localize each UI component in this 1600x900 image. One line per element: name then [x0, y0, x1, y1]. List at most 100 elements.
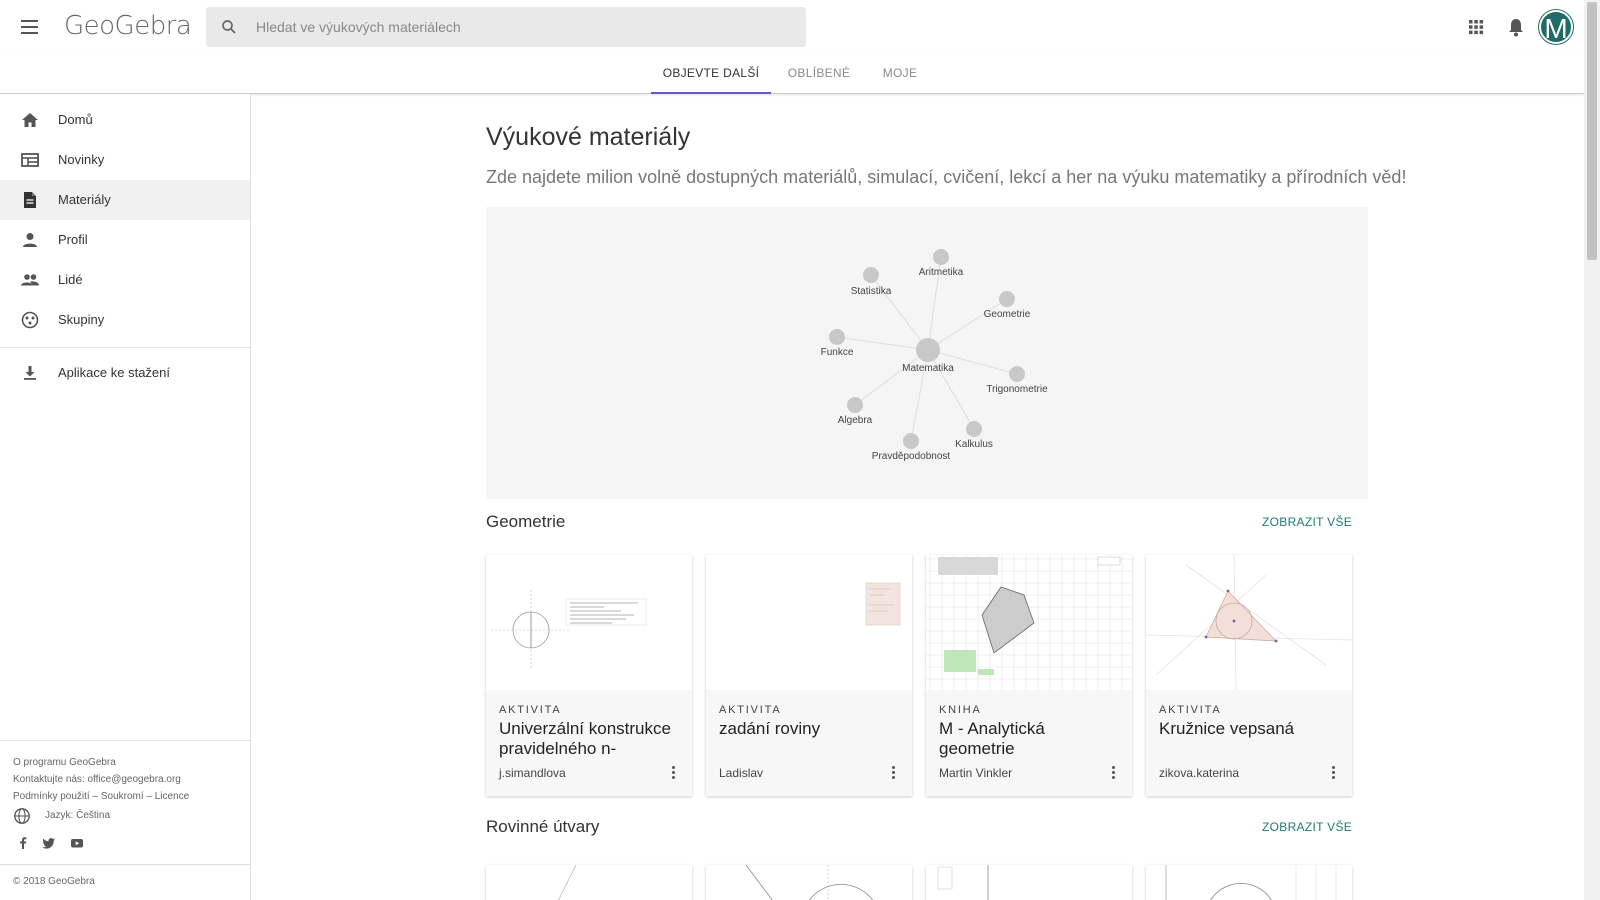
- home-icon: [22, 113, 38, 127]
- youtube-icon[interactable]: [70, 836, 84, 850]
- sidebar-item-home[interactable]: Domů: [0, 100, 250, 140]
- sidebar-item-download-apps[interactable]: Aplikace ke stažení: [0, 353, 250, 393]
- card-author[interactable]: j.simandlova: [499, 766, 566, 780]
- sidebar-item-materials[interactable]: Materiály: [0, 180, 250, 220]
- sidebar-item-label: Domů: [58, 112, 93, 127]
- graph-node[interactable]: [903, 433, 919, 449]
- sidebar-item-profile[interactable]: Profil: [0, 220, 250, 260]
- facebook-icon[interactable]: [16, 836, 30, 850]
- sidebar-divider: [0, 864, 250, 865]
- card-type: AKTIVITA: [1159, 704, 1222, 716]
- graph-node[interactable]: [847, 397, 863, 413]
- card-author[interactable]: zikova.katerina: [1159, 766, 1239, 780]
- news-icon: [21, 153, 39, 167]
- sidebar-item-people[interactable]: Lidé: [0, 260, 250, 300]
- graph-label: Matematika: [902, 363, 954, 374]
- graph-label: Trigonometrie: [986, 384, 1048, 395]
- language-label: Jazyk: Čeština: [45, 810, 111, 821]
- graph-label: Pravděpodobnost: [872, 451, 951, 462]
- groups-icon: [21, 311, 39, 329]
- tab-bar: OBJEVTE DALŠÍ OBLÍBENÉ MOJE: [0, 54, 1584, 94]
- person-icon: [23, 233, 37, 247]
- apps-grid-icon[interactable]: [1465, 16, 1487, 38]
- card-title: M - Analytická geometrie: [939, 719, 1045, 758]
- card-title: zadání roviny: [719, 719, 821, 738]
- graph-node-center[interactable]: [916, 338, 940, 362]
- geogebra-logo[interactable]: GeoGebra: [64, 11, 192, 41]
- card-thumbnail: [926, 555, 1132, 690]
- user-avatar[interactable]: M: [1539, 10, 1573, 44]
- sidebar-item-label: Lidé: [58, 272, 83, 287]
- graph-label: Kalkulus: [955, 439, 993, 450]
- material-card[interactable]: [1146, 865, 1352, 900]
- more-options-icon[interactable]: [889, 765, 897, 781]
- page-title: Výukové materiály: [486, 123, 691, 151]
- tab-discover[interactable]: OBJEVTE DALŠÍ: [651, 54, 771, 94]
- show-all-link[interactable]: ZOBRAZIT VŠE: [1262, 515, 1352, 529]
- about-link[interactable]: O programu GeoGebra: [13, 754, 189, 771]
- notifications-bell-icon[interactable]: [1505, 16, 1527, 38]
- page-scrollbar[interactable]: [1584, 0, 1600, 900]
- download-icon: [24, 366, 36, 380]
- hamburger-menu-icon[interactable]: [18, 16, 42, 38]
- globe-icon: [14, 808, 30, 824]
- terms-link[interactable]: Podmínky použití – Soukromí – Licence: [13, 788, 189, 805]
- sidebar: Domů Novinky Materiály Profil Lidé Skupi…: [0, 94, 251, 900]
- tab-mine[interactable]: MOJE: [874, 54, 926, 94]
- graph-node[interactable]: [966, 421, 982, 437]
- sidebar-item-groups[interactable]: Skupiny: [0, 300, 250, 340]
- search-bar[interactable]: [206, 7, 806, 47]
- more-options-icon[interactable]: [1329, 765, 1337, 781]
- card-type: AKTIVITA: [719, 704, 782, 716]
- card-type: AKTIVITA: [499, 704, 562, 716]
- more-options-icon[interactable]: [1109, 765, 1117, 781]
- search-input[interactable]: [256, 7, 796, 47]
- topic-graph-svg: Matematika Aritmetika Statistika Geometr…: [821, 249, 1048, 462]
- tab-favorites[interactable]: OBLÍBENÉ: [781, 54, 857, 94]
- card-author[interactable]: Martin Vinkler: [939, 766, 1012, 780]
- material-card[interactable]: [486, 864, 692, 900]
- scrollbar-thumb[interactable]: [1587, 2, 1597, 260]
- sidebar-item-label: Aplikace ke stažení: [58, 365, 171, 380]
- search-icon: [222, 20, 236, 34]
- graph-label: Algebra: [838, 415, 873, 426]
- material-card[interactable]: AKTIVITA Kružnice vepsaná zikova.katerin…: [1146, 555, 1352, 796]
- contact-link[interactable]: Kontaktujte nás: office@geogebra.org: [13, 771, 189, 788]
- section-title: Geometrie: [486, 512, 566, 531]
- people-icon: [21, 274, 39, 286]
- document-icon: [24, 192, 36, 208]
- graph-label: Funkce: [821, 347, 854, 358]
- material-card[interactable]: AKTIVITA Univerzální konstrukce pravidel…: [486, 555, 692, 796]
- graph-node[interactable]: [1009, 366, 1025, 382]
- graph-label: Statistika: [851, 286, 892, 297]
- card-thumbnail: [486, 555, 692, 690]
- section-title: Rovinné útvary: [486, 817, 600, 836]
- card-thumbnail: [706, 555, 912, 690]
- copyright-text: © 2018 GeoGebra: [13, 876, 95, 887]
- material-card[interactable]: [706, 864, 912, 900]
- card-title: Univerzální konstrukce pravidelného n-: [499, 719, 671, 758]
- material-card[interactable]: [926, 865, 1132, 900]
- sidebar-divider: [0, 347, 250, 348]
- show-all-link[interactable]: ZOBRAZIT VŠE: [1262, 820, 1352, 834]
- topic-graph[interactable]: Matematika Aritmetika Statistika Geometr…: [486, 207, 1368, 499]
- material-card[interactable]: AKTIVITA zadání roviny Ladislav: [706, 555, 912, 796]
- footer-links: O programu GeoGebra Kontaktujte nás: off…: [13, 754, 189, 805]
- graph-node[interactable]: [999, 291, 1015, 307]
- sidebar-item-news[interactable]: Novinky: [0, 140, 250, 180]
- sidebar-item-label: Novinky: [58, 152, 105, 167]
- sidebar-item-label: Skupiny: [58, 312, 105, 327]
- graph-node[interactable]: [933, 249, 949, 265]
- more-options-icon[interactable]: [669, 765, 677, 781]
- sidebar-divider: [0, 740, 250, 741]
- sidebar-item-label: Materiály: [58, 192, 111, 207]
- graph-node[interactable]: [829, 329, 845, 345]
- card-title: Kružnice vepsaná: [1159, 719, 1295, 738]
- card-thumbnail: [1146, 555, 1352, 690]
- material-card[interactable]: KNIHA M - Analytická geometrie Martin Vi…: [926, 555, 1132, 796]
- graph-node[interactable]: [863, 267, 879, 283]
- main-content: Výukové materiály Zde najdete milion vol…: [252, 95, 1584, 900]
- card-author[interactable]: Ladislav: [719, 766, 763, 780]
- twitter-icon[interactable]: [42, 836, 56, 850]
- card-type: KNIHA: [939, 704, 982, 716]
